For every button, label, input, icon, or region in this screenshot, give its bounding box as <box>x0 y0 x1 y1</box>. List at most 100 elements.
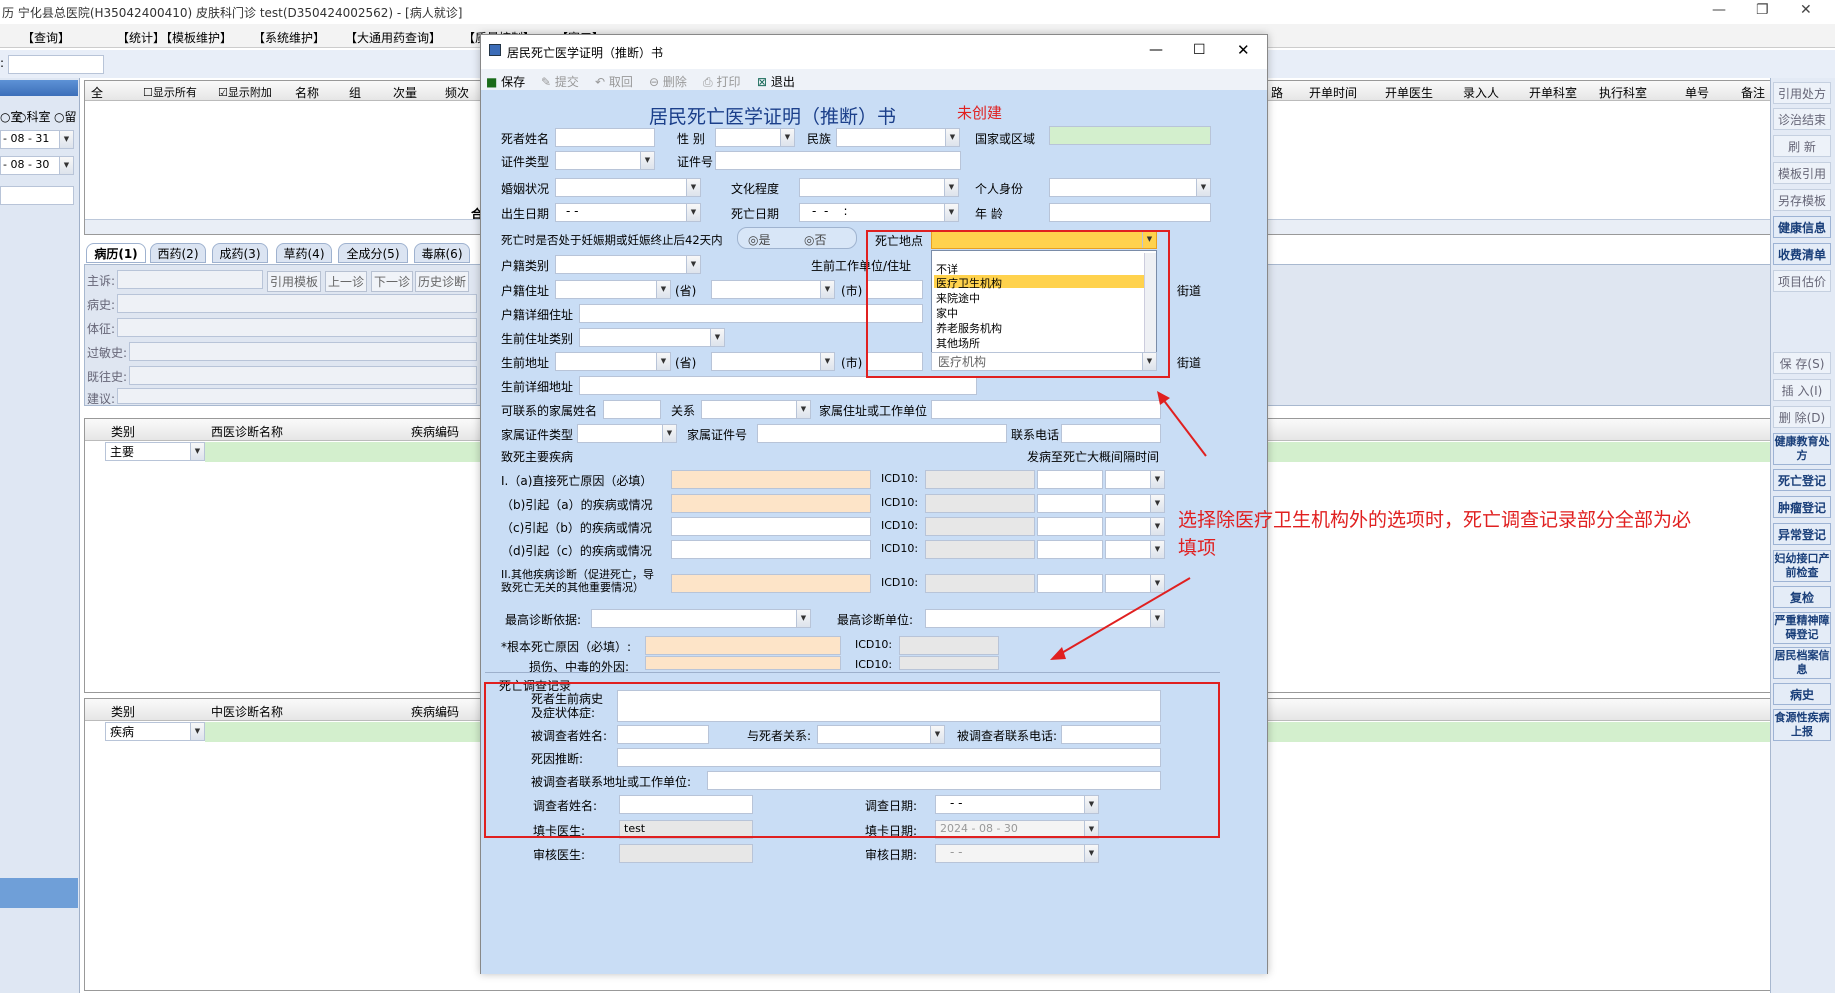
tcm-category-select[interactable]: 疾病 ▼ <box>105 722 205 741</box>
date-from[interactable]: - 08 - 31 ▼ <box>0 130 74 149</box>
show-all-checkbox[interactable]: ☐显示所有 <box>143 84 197 100</box>
family-address-input[interactable] <box>931 400 1161 419</box>
icd-root-input[interactable] <box>899 636 999 655</box>
btn-death-register[interactable]: 死亡登记 <box>1773 469 1831 491</box>
btn-maternal-check[interactable]: 妇幼接口产前检查 <box>1773 550 1831 582</box>
interval-a-unit[interactable]: ▼ <box>1105 470 1165 489</box>
toolbar-search-input[interactable] <box>8 55 104 74</box>
history-diag-button[interactable]: 历史诊断 <box>415 271 470 292</box>
hukou-type-select[interactable]: ▼ <box>555 255 701 274</box>
diag-basis-select[interactable]: ▼ <box>591 609 811 628</box>
menu-drug-query[interactable]: 【大通用药查询】 <box>345 29 441 46</box>
injury-input[interactable] <box>645 656 841 670</box>
save-button[interactable]: ■ 保存 <box>486 73 525 90</box>
btn-estimate[interactable]: 项目估价 <box>1773 270 1831 292</box>
marital-select[interactable]: ▼ <box>555 178 701 197</box>
btn-insert[interactable]: 插 入(I) <box>1773 379 1831 401</box>
live-type-select[interactable]: ▼ <box>579 328 725 347</box>
live-detail-input[interactable] <box>579 376 977 395</box>
btn-mental-register[interactable]: 严重精神障碍登记 <box>1773 612 1831 644</box>
cause-a-input[interactable] <box>671 470 871 489</box>
tab-western-drug[interactable]: 西药(2) <box>150 243 206 263</box>
icd-d-input[interactable] <box>925 540 1035 559</box>
date-to[interactable]: - 08 - 30 ▼ <box>0 156 74 175</box>
birth-date-picker[interactable]: - - ▼ <box>555 203 701 222</box>
btn-health-education[interactable]: 健康教育处方 <box>1773 433 1831 465</box>
idno-input[interactable] <box>715 151 961 170</box>
diag-unit-select[interactable]: ▼ <box>925 609 1165 628</box>
family-idtype-select[interactable]: ▼ <box>577 424 677 443</box>
left-search[interactable] <box>0 186 74 205</box>
phone-input[interactable] <box>1061 424 1161 443</box>
btn-delete[interactable]: 删 除(D) <box>1773 406 1831 428</box>
hukou-city-select[interactable]: ▼ <box>711 280 835 299</box>
family-idno-input[interactable] <box>757 424 1007 443</box>
print-button[interactable]: ⎙ 打印 <box>703 73 740 90</box>
btn-health-info[interactable]: 健康信息 <box>1773 216 1831 238</box>
radio-pregnant-yes[interactable]: ◎是 <box>748 231 771 248</box>
country-input[interactable] <box>1049 126 1211 145</box>
btn-tumor-register[interactable]: 肿瘤登记 <box>1773 496 1831 518</box>
interval-b-input[interactable] <box>1037 494 1103 513</box>
close-button[interactable]: ✕ <box>1800 2 1812 18</box>
family-name-input[interactable] <box>603 400 661 419</box>
interval-other-input[interactable] <box>1037 574 1103 593</box>
menu-stats[interactable]: 【统计】 <box>117 29 165 46</box>
interval-c-unit[interactable]: ▼ <box>1105 517 1165 536</box>
icd-b-input[interactable] <box>925 494 1035 513</box>
hukou-province-select[interactable]: ▼ <box>555 280 671 299</box>
tab-narcotic[interactable]: 毒麻(6) <box>414 243 470 263</box>
advice-input[interactable] <box>117 388 477 404</box>
apply-template-button[interactable]: 引用模板 <box>267 271 322 292</box>
next-visit-button[interactable]: 下一诊 <box>371 271 414 292</box>
col-all[interactable]: 全 <box>91 84 103 101</box>
btn-resident-archive[interactable]: 居民档案信息 <box>1773 647 1831 679</box>
education-select[interactable]: ▼ <box>799 178 959 197</box>
retrieve-button[interactable]: ↶ 取回 <box>595 73 633 90</box>
delete-button[interactable]: ⊖ 删除 <box>649 73 687 90</box>
idtype-select[interactable]: ▼ <box>555 151 655 170</box>
tab-herbal[interactable]: 草药(4) <box>276 243 332 263</box>
chief-complaint-input[interactable] <box>117 270 263 289</box>
interval-other-unit[interactable]: ▼ <box>1105 574 1165 593</box>
root-cause-input[interactable] <box>645 636 841 655</box>
exit-button[interactable]: ⊠ 退出 <box>757 73 795 90</box>
cause-b-input[interactable] <box>671 494 871 513</box>
signs-input[interactable] <box>117 318 477 337</box>
btn-medical-history[interactable]: 病史 <box>1773 683 1831 705</box>
interval-d-input[interactable] <box>1037 540 1103 559</box>
live-city-select[interactable]: ▼ <box>711 352 835 371</box>
menu-query[interactable]: 【查询】 <box>22 29 70 46</box>
audit-doctor-input[interactable] <box>619 844 753 863</box>
minimize-button[interactable]: — <box>1712 2 1726 18</box>
submit-button[interactable]: ✎ 提交 <box>541 73 579 90</box>
btn-recheck[interactable]: 复检 <box>1773 586 1831 608</box>
radio-stay[interactable]: ○留 <box>54 108 77 125</box>
btn-end-visit[interactable]: 诊治结束 <box>1773 108 1831 130</box>
identity-select[interactable]: ▼ <box>1049 178 1211 197</box>
icd-a-input[interactable] <box>925 470 1035 489</box>
interval-b-unit[interactable]: ▼ <box>1105 494 1165 513</box>
show-extra-checkbox[interactable]: ☑显示附加 <box>218 84 272 100</box>
btn-foodborne-report[interactable]: 食源性疾病上报 <box>1773 709 1831 741</box>
interval-d-unit[interactable]: ▼ <box>1105 540 1165 559</box>
icd-c-input[interactable] <box>925 517 1035 536</box>
sex-select[interactable]: ▼ <box>715 128 795 147</box>
dialog-minimize-button[interactable]: — <box>1149 42 1163 58</box>
btn-fee-list[interactable]: 收费清单 <box>1773 243 1831 265</box>
dialog-maximize-button[interactable]: ☐ <box>1193 42 1206 58</box>
west-category-select[interactable]: 主要 ▼ <box>105 442 205 461</box>
radio-pregnant-no[interactable]: ◎否 <box>804 231 827 248</box>
icd-injury-input[interactable] <box>899 656 999 670</box>
btn-template-ref[interactable]: 模板引用 <box>1773 162 1831 184</box>
allergy-input[interactable] <box>129 342 477 361</box>
name-input[interactable] <box>555 128 655 147</box>
age-input[interactable] <box>1049 203 1211 222</box>
cause-d-input[interactable] <box>671 540 871 559</box>
tab-record[interactable]: 病历(1) <box>86 243 146 263</box>
menu-template[interactable]: 【模板维护】 <box>160 29 232 46</box>
cause-other-input[interactable] <box>671 574 871 593</box>
dialog-close-button[interactable]: ✕ <box>1237 41 1250 59</box>
btn-refresh[interactable]: 刷 新 <box>1773 135 1831 157</box>
tab-patent-drug[interactable]: 成药(3) <box>212 243 268 263</box>
